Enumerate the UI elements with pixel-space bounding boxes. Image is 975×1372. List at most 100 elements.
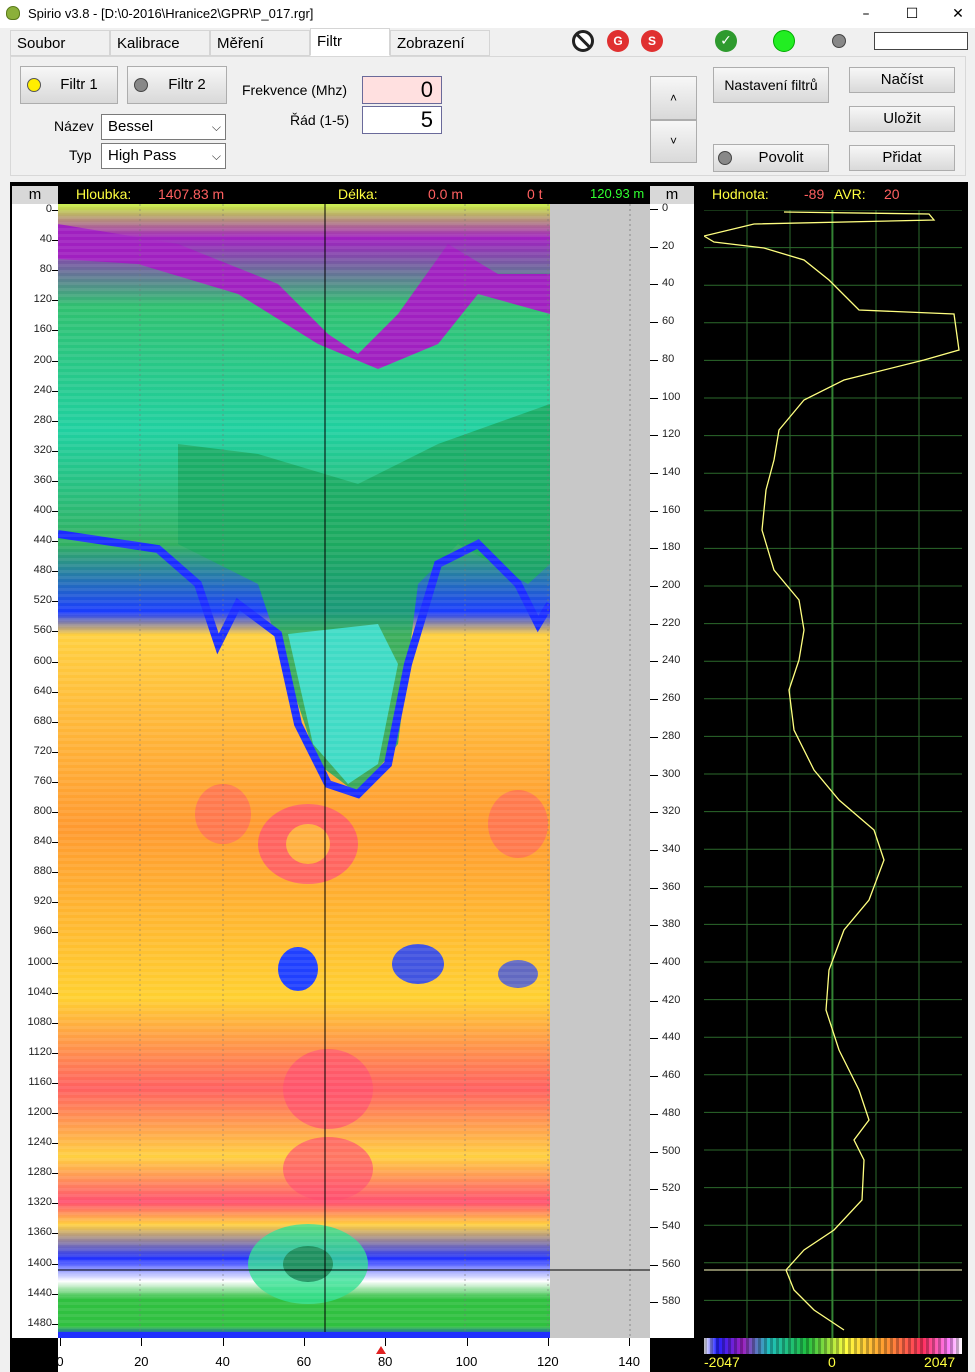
avr-label: AVR: [834,186,866,202]
depth-tick-right: 120 [662,428,681,441]
filter-type-select[interactable]: High Pass ⌵ [101,143,226,169]
g-icon[interactable]: G [607,30,629,52]
distance-tick: 80 [377,1354,393,1369]
position-marker-icon[interactable] [376,1346,386,1354]
depth-tick-left: 480 [33,564,52,577]
depth-tick-right: 240 [662,654,681,667]
depth-tick-right: 520 [662,1182,681,1195]
depth-tick-left: 720 [33,744,52,757]
trace-plot[interactable] [704,210,962,1338]
depth-tick-left: 1200 [27,1106,52,1118]
depth-tick-left: 80 [39,263,52,276]
depth-tick-right: 440 [662,1031,681,1044]
tick-mark [650,284,658,286]
depth-tick-right: 480 [662,1106,681,1119]
tick-mark [650,1000,658,1002]
tick-mark [650,1113,658,1115]
stop-icon[interactable] [572,30,594,52]
distance-tick: 140 [618,1354,640,1369]
distance-tick: 100 [455,1354,478,1369]
minimize-button[interactable]: – [843,0,889,28]
depth-tick-left: 1240 [27,1136,52,1149]
depth-tick-left: 680 [33,714,52,727]
depth-tick-left: 360 [33,473,52,486]
tick-mark [466,1338,468,1346]
tick-mark [650,925,658,927]
depth-tick-left: 640 [33,684,52,697]
tab-kalibrace[interactable]: Kalibrace [110,30,210,56]
status-led-green [773,30,795,52]
up-button[interactable]: ˄ [650,76,697,120]
close-button[interactable]: ✕ [935,0,975,28]
tick-mark [650,887,658,889]
ok-check-icon[interactable]: ✓ [715,30,737,52]
depth-tick-left: 1280 [27,1166,52,1179]
window-title: Spirio v3.8 - [D:\0-2016\Hranice2\GPR\P_… [28,6,314,21]
tick-mark [650,1226,658,1228]
tick-mark [650,1264,658,1266]
order-input[interactable]: 5 [362,106,442,134]
filter2-led-icon [134,78,148,92]
tick-mark [650,623,658,625]
depth-tick-left: 1040 [27,985,52,998]
tick-mark [650,548,658,550]
maximize-button[interactable]: ☐ [889,0,935,28]
depth-tick-right: 360 [662,880,681,893]
tick-mark [650,774,658,776]
depth-tick-left: 1080 [27,1015,52,1028]
depth-tick-left: 600 [33,654,52,667]
depth-tick-right: 60 [662,315,675,328]
depth-tick-right: 380 [662,918,681,931]
order-label: Řád (1-5) [290,112,350,128]
color-scale-bar [704,1338,962,1354]
depth-tick-left: 280 [33,413,52,426]
filter1-button[interactable]: Filtr 1 [20,66,118,104]
tick-mark [650,1038,658,1040]
avr-value: 20 [884,186,900,202]
depth-tick-left: 440 [33,534,52,547]
tab-filtr[interactable]: Filtr [310,28,390,56]
add-button[interactable]: Přidat [849,145,955,171]
down-button[interactable]: ˅ [650,120,697,163]
depth-tick-left: 560 [33,624,52,637]
depth-tick-left: 1160 [28,1075,52,1088]
tick-mark [650,397,658,399]
frequency-input[interactable]: 0 [362,76,442,104]
tick-mark [650,1189,658,1191]
depth-tick-left: 920 [33,895,52,908]
type-label: Typ [69,147,92,163]
tab-mereni[interactable]: Měření [210,30,310,56]
save-button[interactable]: Uložit [849,106,955,132]
depth-tick-right: 140 [662,465,681,478]
value-display: -89 [804,186,825,202]
filter2-button[interactable]: Filtr 2 [127,66,227,104]
total-length-value: 120.93 m [590,186,645,201]
tick-mark [650,699,658,701]
tick-mark [629,1338,631,1346]
tick-mark [650,1151,658,1153]
distance-tick: 0 [56,1354,64,1369]
tick-mark [650,1302,658,1304]
depth-tick-right: 80 [662,352,675,365]
tick-mark [650,209,658,210]
filter-name-select[interactable]: Bessel ⌵ [101,114,226,140]
depth-tick-right: 500 [662,1144,681,1157]
depth-tick-left: 120 [33,293,52,306]
s-icon[interactable]: S [641,30,663,52]
tick-mark [60,1338,61,1346]
depth-tick-right: 260 [662,692,681,705]
filter-settings-button[interactable]: Nastavení filtrů [713,67,829,103]
depth-tick-left: 160 [33,323,52,336]
tab-soubor[interactable]: Soubor [10,30,110,56]
depth-tick-left: 880 [33,865,52,878]
depth-tick-right: 340 [662,842,681,855]
tick-mark [650,246,658,248]
tick-mark [650,1076,658,1078]
radargram-image[interactable] [58,204,650,1338]
depth-tick-right: 20 [662,239,675,252]
load-button[interactable]: Načíst [849,67,955,93]
tab-zobrazeni[interactable]: Zobrazení [390,30,490,56]
enable-button[interactable]: Povolit [713,144,829,172]
app-icon [6,6,20,20]
depth-label: Hloubka: [76,186,132,202]
